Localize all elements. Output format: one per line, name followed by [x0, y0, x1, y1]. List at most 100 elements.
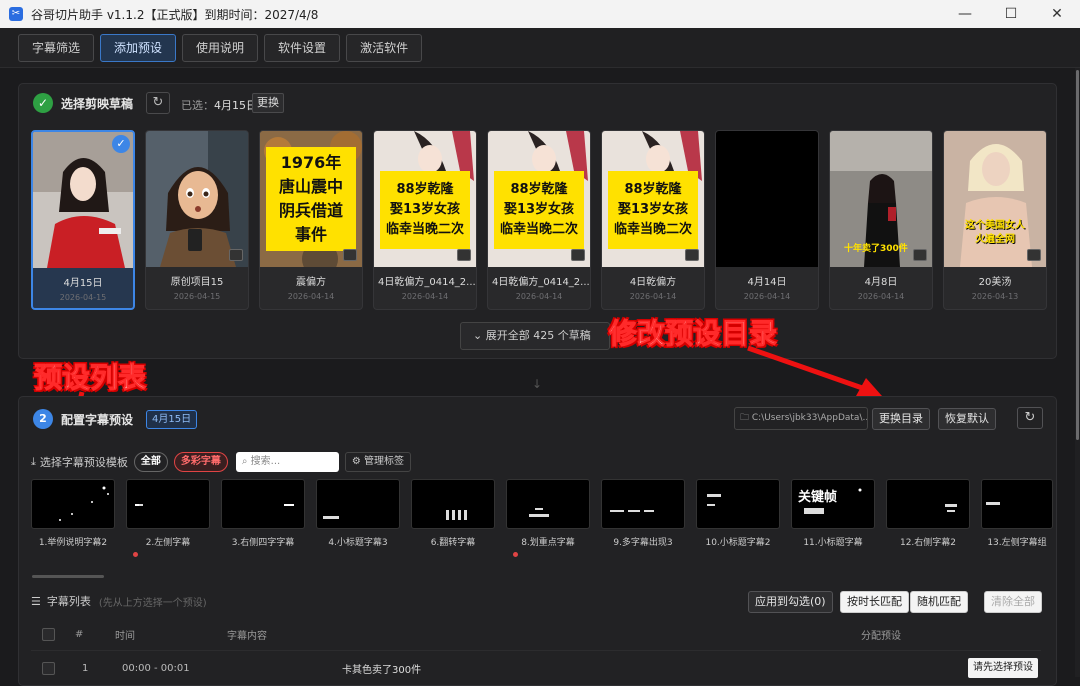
new-dot-icon — [133, 552, 138, 557]
subtitle-table: # 时间 字幕内容 分配预设 1 00:00 - 00:01 卡其色卖了300件… — [31, 619, 1041, 685]
change-dir-button[interactable]: 更换目录 — [872, 408, 930, 430]
subtitle-list-header: ☰ 字幕列表 (先从上方选择一个预设) — [31, 593, 207, 609]
change-draft-button[interactable]: 更换 — [252, 93, 284, 113]
preset-item[interactable]: 2.左侧字幕 — [126, 479, 210, 563]
preset-config-panel: 2 配置字幕预设 4月15日 🗀 C:\Users\jbk33\AppData\… — [18, 396, 1057, 686]
draft-date: 2026-04-14 — [287, 292, 335, 301]
search-input[interactable]: ⌕ 搜索... — [235, 452, 339, 472]
draft-card[interactable]: 88岁乾隆 娶13岁女孩 临幸当晚二次 4日乾偏方 2026-04-14 — [601, 130, 705, 310]
preset-name: 6.翻转字幕 — [430, 538, 476, 548]
refresh-icon[interactable]: ↻ — [146, 92, 170, 114]
draft-card[interactable]: 1976年 唐山震中 阴兵借道 事件 震偏方 2026-04-14 — [259, 130, 363, 310]
tab-instructions[interactable]: 使用说明 — [182, 33, 259, 62]
media-badge-icon — [1027, 249, 1041, 261]
annotation-preset-list: 预设列表 — [33, 361, 147, 395]
draft-card[interactable]: 十年卖了300件 4月8日 2026-04-14 — [829, 130, 933, 310]
media-badge-icon — [457, 249, 471, 261]
tab-add-preset[interactable]: 添加预设 — [100, 33, 177, 62]
expand-drafts-button[interactable]: ⌄ 展开全部 425 个草稿 — [460, 322, 610, 350]
filter-all[interactable]: 全部 — [133, 452, 168, 472]
row-checkbox[interactable] — [42, 661, 55, 675]
preset-item[interactable]: 6.翻转字幕 — [411, 479, 495, 563]
preset-item[interactable]: 1.举例说明字幕2 — [31, 479, 115, 563]
preset-name: 4.小标题字幕3 — [328, 538, 388, 548]
draft-name: 4日乾偏方 — [629, 277, 677, 288]
preset-dir-path: 🗀 C:\Users\jbk33\AppData\... — [734, 407, 868, 430]
draft-cards: ✓ 4月15日 2026-04-15 原创项目15 2026-04-15 197… — [31, 130, 1047, 310]
clear-all-button[interactable]: 清除全部 — [984, 591, 1042, 613]
title-bar: ✂ 谷哥切片助手 v1.1.2【正式版】到期时间：2027/4/8 — ☐ ✕ — [0, 0, 1080, 28]
draft-date: 2026-04-14 — [743, 292, 791, 301]
draft-card[interactable]: ✓ 4月15日 2026-04-15 — [31, 130, 135, 310]
table-row[interactable]: 1 00:00 - 00:01 卡其色卖了300件 请先选择预设 — [31, 651, 1041, 685]
column-header: 字幕内容 — [227, 631, 267, 642]
preset-item[interactable]: 9.多字幕出现3 — [601, 479, 685, 563]
draft-name: 20美汤 — [978, 277, 1012, 288]
list-hint: (先从上方选择一个预设) — [98, 597, 207, 609]
restore-default-button[interactable]: 恢复默认 — [938, 408, 996, 430]
draft-thumbnail: 十年卖了300件 — [830, 131, 932, 267]
annotation-modify-dir: 修改预设目录 — [608, 317, 778, 351]
down-arrow-icon: ↓ — [532, 377, 543, 391]
refresh-icon[interactable]: ↻ — [1017, 407, 1043, 429]
preset-item[interactable]: 4.小标题字幕3 — [316, 479, 400, 563]
preset-thumbnail — [411, 479, 495, 529]
vertical-scrollbar-thumb[interactable] — [1076, 70, 1079, 440]
preset-item[interactable]: 3.右侧四字字幕 — [221, 479, 305, 563]
draft-name: 4月14日 — [747, 277, 787, 288]
draft-chip: 4月15日 — [146, 410, 198, 429]
thumbnail-caption: 1976年 唐山震中 阴兵借道 事件 — [266, 147, 356, 251]
preset-item[interactable]: 12.右侧字幕2 — [886, 479, 970, 563]
draft-thumbnail: 88岁乾隆 娶13岁女孩 临幸当晚二次 — [488, 131, 590, 267]
table-header: # 时间 字幕内容 分配预设 — [31, 619, 1041, 651]
random-match-button[interactable]: 随机匹配 — [910, 591, 968, 613]
thumbnail-caption: 十年卖了300件 — [844, 244, 908, 254]
tab-subtitle-filter[interactable]: 字幕筛选 — [18, 33, 95, 62]
assign-preset-button[interactable]: 请先选择预设 — [968, 658, 1038, 678]
draft-thumbnail: 这个美国女人 火遍全网 — [944, 131, 1046, 267]
preset-thumbnail — [981, 479, 1053, 529]
draft-date: 2026-04-13 — [971, 292, 1019, 301]
draft-name: 震偏方 — [296, 277, 326, 288]
thumbnail-caption: 88岁乾隆 娶13岁女孩 临幸当晚二次 — [494, 171, 584, 249]
draft-name: 4月15日 — [63, 278, 103, 289]
horizontal-scrollbar-thumb[interactable] — [32, 575, 104, 578]
maximize-icon[interactable]: ☐ — [988, 0, 1034, 28]
column-header: # — [75, 629, 84, 640]
step-number: 2 — [33, 409, 53, 429]
draft-card[interactable]: 88岁乾隆 娶13岁女孩 临幸当晚二次 4日乾偏方_0414_2... 2026-0… — [487, 130, 591, 310]
match-by-duration-button[interactable]: 按时长匹配 — [840, 591, 909, 613]
draft-card[interactable]: 4月14日 2026-04-14 — [715, 130, 819, 310]
draft-thumbnail: 88岁乾隆 娶13岁女孩 临幸当晚二次 — [602, 131, 704, 267]
preset-thumbnail — [696, 479, 780, 529]
draft-date: 2026-04-14 — [401, 292, 449, 301]
preset-item[interactable]: 13.左侧字幕组 — [981, 479, 1065, 563]
preset-thumbnail — [601, 479, 685, 529]
media-badge-icon — [571, 249, 585, 261]
apply-selected-button[interactable]: 应用到勾选(0) — [748, 591, 833, 613]
draft-card[interactable]: 原创项目15 2026-04-15 — [145, 130, 249, 310]
preset-name: 12.右侧字幕2 — [899, 538, 957, 548]
preset-item[interactable]: 关键帧 11.小标题字幕 — [791, 479, 875, 563]
draft-thumbnail: 1976年 唐山震中 阴兵借道 事件 — [260, 131, 362, 267]
close-icon[interactable]: ✕ — [1034, 0, 1080, 28]
manage-tags-button[interactable]: ⚙ 管理标签 — [344, 452, 412, 472]
filter-colorful[interactable]: 多彩字幕 — [173, 452, 228, 472]
selected-draft-text: 已选：4月15日 — [181, 99, 257, 112]
row-content: 卡其色卖了300件 — [342, 664, 422, 676]
draft-card[interactable]: 这个美国女人 火遍全网 20美汤 2026-04-13 — [943, 130, 1047, 310]
tab-activate[interactable]: 激活软件 — [346, 33, 423, 62]
preset-name: 2.左侧字幕 — [145, 538, 191, 548]
tab-settings[interactable]: 软件设置 — [264, 33, 341, 62]
minimize-icon[interactable]: — — [942, 0, 988, 28]
select-all-checkbox[interactable] — [42, 628, 55, 641]
draft-name: 4日乾偏方_0414_2... — [378, 277, 476, 288]
preset-name: 9.多字幕出现3 — [613, 538, 673, 548]
preset-thumbnail — [221, 479, 305, 529]
preset-item[interactable]: 10.小标题字幕2 — [696, 479, 780, 563]
list-icon: ☰ — [31, 594, 41, 608]
preset-item[interactable]: 8.划重点字幕 — [506, 479, 590, 563]
draft-date: 2026-04-15 — [173, 292, 221, 301]
media-badge-icon — [685, 249, 699, 261]
draft-card[interactable]: 88岁乾隆 娶13岁女孩 临幸当晚二次 4日乾偏方_0414_2... 2026-0… — [373, 130, 477, 310]
